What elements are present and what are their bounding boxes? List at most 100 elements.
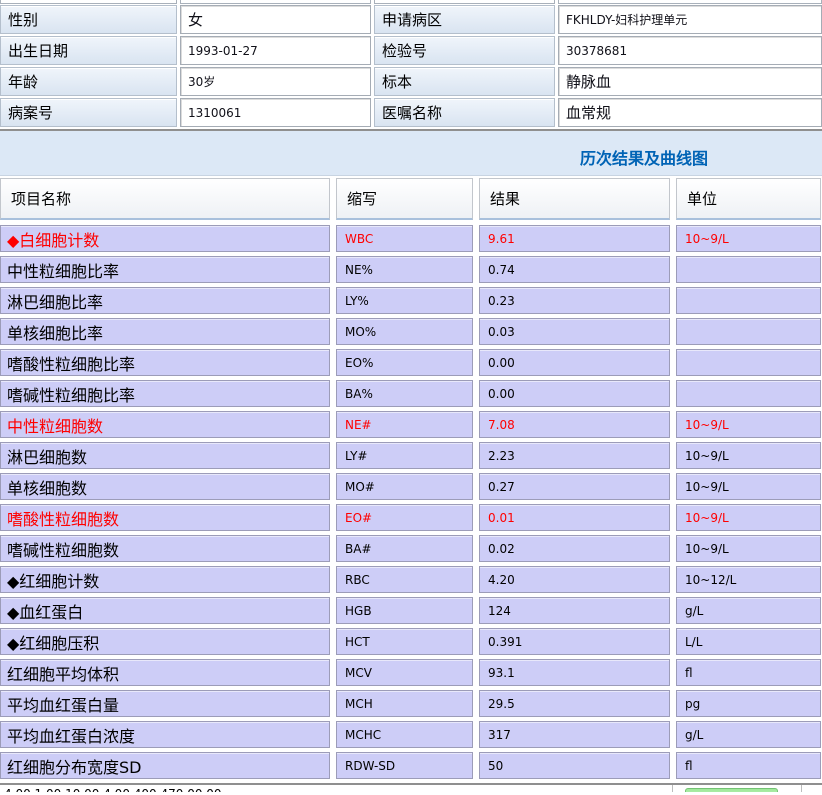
unit-cell: 10~9/L <box>676 473 821 500</box>
result-text: 124 <box>488 604 511 618</box>
header-unit: 单位 <box>676 178 821 220</box>
result-cell: 124 <box>479 597 670 624</box>
unit-cell: pg <box>676 690 821 717</box>
abbr-text: LY% <box>345 294 369 308</box>
gender-value-field[interactable]: 女 <box>180 5 371 34</box>
item-name-text: 嗜碱性粒细胞数 <box>7 537 119 561</box>
specimen-label: 标本 <box>374 67 555 96</box>
unit-cell: fl <box>676 752 821 779</box>
result-cell: 0.23 <box>479 287 670 314</box>
abbr-cell: EO% <box>336 349 473 376</box>
item-name-text: 嗜碱性粒细胞比率 <box>7 382 135 406</box>
item-name-text: 单核细胞比率 <box>7 320 103 344</box>
abbr-text: LY# <box>345 449 367 463</box>
table-row[interactable]: 红细胞平均体积 MCV 93.1 fl <box>0 659 822 686</box>
test-number-value-field[interactable]: 30378681 <box>558 36 822 65</box>
age-value-field[interactable]: 30岁 <box>180 67 371 96</box>
result-cell: 93.1 <box>479 659 670 686</box>
header-item-name: 项目名称 <box>0 178 330 220</box>
clipped-bottom-row: 4.00 1.00 10.00 4 00 400 470 00 00 <box>0 783 822 792</box>
table-row[interactable]: 红细胞分布宽度SD RDW-SD 50 fl <box>0 752 822 779</box>
result-text: 50 <box>488 759 503 773</box>
order-name-value-field[interactable]: 血常规 <box>558 98 822 127</box>
result-text: 317 <box>488 728 511 742</box>
abbr-text: HCT <box>345 635 370 649</box>
unit-cell: g/L <box>676 721 821 748</box>
table-row[interactable]: 嗜碱性粒细胞比率 BA% 0.00 <box>0 380 822 407</box>
green-action-button[interactable] <box>685 788 778 792</box>
unit-cell <box>676 287 821 314</box>
abbr-cell: RDW-SD <box>336 752 473 779</box>
table-row[interactable]: 平均血红蛋白量 MCH 29.5 pg <box>0 690 822 717</box>
history-link-band: 历次结果及曲线图 <box>0 129 822 176</box>
result-text: 7.08 <box>488 418 515 432</box>
patient-info-section: 性别 女 申请病区 FKHLDY-妇科护理单元 出生日期 1993-01-27 … <box>0 5 822 127</box>
table-row[interactable]: 单核细胞比率 MO% 0.03 <box>0 318 822 345</box>
abbr-text: MCH <box>345 697 373 711</box>
item-name-cell: 淋巴细胞数 <box>0 442 330 469</box>
birthdate-value-field[interactable]: 1993-01-27 <box>180 36 371 65</box>
abbr-cell: NE% <box>336 256 473 283</box>
result-cell: 50 <box>479 752 670 779</box>
item-name-cell: ◆白细胞计数 <box>0 225 330 252</box>
table-row[interactable]: 淋巴细胞数 LY# 2.23 10~9/L <box>0 442 822 469</box>
ward-value-field[interactable]: FKHLDY-妇科护理单元 <box>558 5 822 34</box>
results-table-body: ◆白细胞计数 WBC 9.61 10~9/L 中性粒细胞比率 NE% 0.74 … <box>0 225 822 779</box>
item-name-cell: 平均血红蛋白浓度 <box>0 721 330 748</box>
unit-cell <box>676 380 821 407</box>
item-name-cell: 嗜酸性粒细胞数 <box>0 504 330 531</box>
table-row[interactable]: ◆血红蛋白 HGB 124 g/L <box>0 597 822 624</box>
table-row[interactable]: 中性粒细胞数 NE# 7.08 10~9/L <box>0 411 822 438</box>
unit-text: fl <box>685 666 693 680</box>
clipped-cell <box>180 0 371 4</box>
item-name-text: 红细胞平均体积 <box>7 661 119 685</box>
table-row[interactable]: 嗜酸性粒细胞比率 EO% 0.00 <box>0 349 822 376</box>
unit-text: fl <box>685 759 693 773</box>
table-row[interactable]: ◆白细胞计数 WBC 9.61 10~9/L <box>0 225 822 252</box>
result-text: 4.20 <box>488 573 515 587</box>
result-cell: 0.74 <box>479 256 670 283</box>
unit-cell <box>676 349 821 376</box>
table-row[interactable]: 嗜酸性粒细胞数 EO# 0.01 10~9/L <box>0 504 822 531</box>
result-cell: 29.5 <box>479 690 670 717</box>
clipped-bottom-text: 4.00 1.00 10.00 4 00 400 470 00 00 <box>4 787 222 792</box>
item-name-cell: 淋巴细胞比率 <box>0 287 330 314</box>
clipped-cell <box>558 0 822 4</box>
abbr-cell: LY# <box>336 442 473 469</box>
item-name-text: 中性粒细胞数 <box>7 413 103 437</box>
record-number-value-field[interactable]: 1310061 <box>180 98 371 127</box>
order-name-label: 医嘱名称 <box>374 98 555 127</box>
unit-text: 10~9/L <box>685 480 729 494</box>
item-name-cell: ◆血红蛋白 <box>0 597 330 624</box>
result-text: 0.01 <box>488 511 515 525</box>
item-name-cell: ◆红细胞压积 <box>0 628 330 655</box>
clipped-cell <box>374 0 555 4</box>
table-row[interactable]: 嗜碱性粒细胞数 BA# 0.02 10~9/L <box>0 535 822 562</box>
abbr-cell: HCT <box>336 628 473 655</box>
item-name-text: 嗜酸性粒细胞比率 <box>7 351 135 375</box>
table-row[interactable]: ◆红细胞计数 RBC 4.20 10~12/L <box>0 566 822 593</box>
item-name-text: 中性粒细胞比率 <box>7 258 119 282</box>
result-text: 29.5 <box>488 697 515 711</box>
abbr-text: MO% <box>345 325 376 339</box>
history-results-link[interactable]: 历次结果及曲线图 <box>580 149 708 168</box>
abbr-text: RBC <box>345 573 370 587</box>
table-row[interactable]: ◆红细胞压积 HCT 0.391 L/L <box>0 628 822 655</box>
abbr-text: HGB <box>345 604 372 618</box>
result-cell: 0.01 <box>479 504 670 531</box>
table-row[interactable]: 单核细胞数 MO# 0.27 10~9/L <box>0 473 822 500</box>
specimen-value-field[interactable]: 静脉血 <box>558 67 822 96</box>
table-row[interactable]: 平均血红蛋白浓度 MCHC 317 g/L <box>0 721 822 748</box>
results-table-header: 项目名称 缩写 结果 单位 <box>0 178 822 220</box>
item-name-text: ◆血红蛋白 <box>7 599 83 623</box>
result-text: 0.23 <box>488 294 515 308</box>
item-name-cell: 嗜酸性粒细胞比率 <box>0 349 330 376</box>
table-row[interactable]: 淋巴细胞比率 LY% 0.23 <box>0 287 822 314</box>
result-text: 0.391 <box>488 635 522 649</box>
abbr-text: BA# <box>345 542 372 556</box>
unit-cell: 10~9/L <box>676 442 821 469</box>
table-row[interactable]: 中性粒细胞比率 NE% 0.74 <box>0 256 822 283</box>
item-name-cell: 单核细胞比率 <box>0 318 330 345</box>
item-name-cell: 平均血红蛋白量 <box>0 690 330 717</box>
abbr-text: NE% <box>345 263 373 277</box>
